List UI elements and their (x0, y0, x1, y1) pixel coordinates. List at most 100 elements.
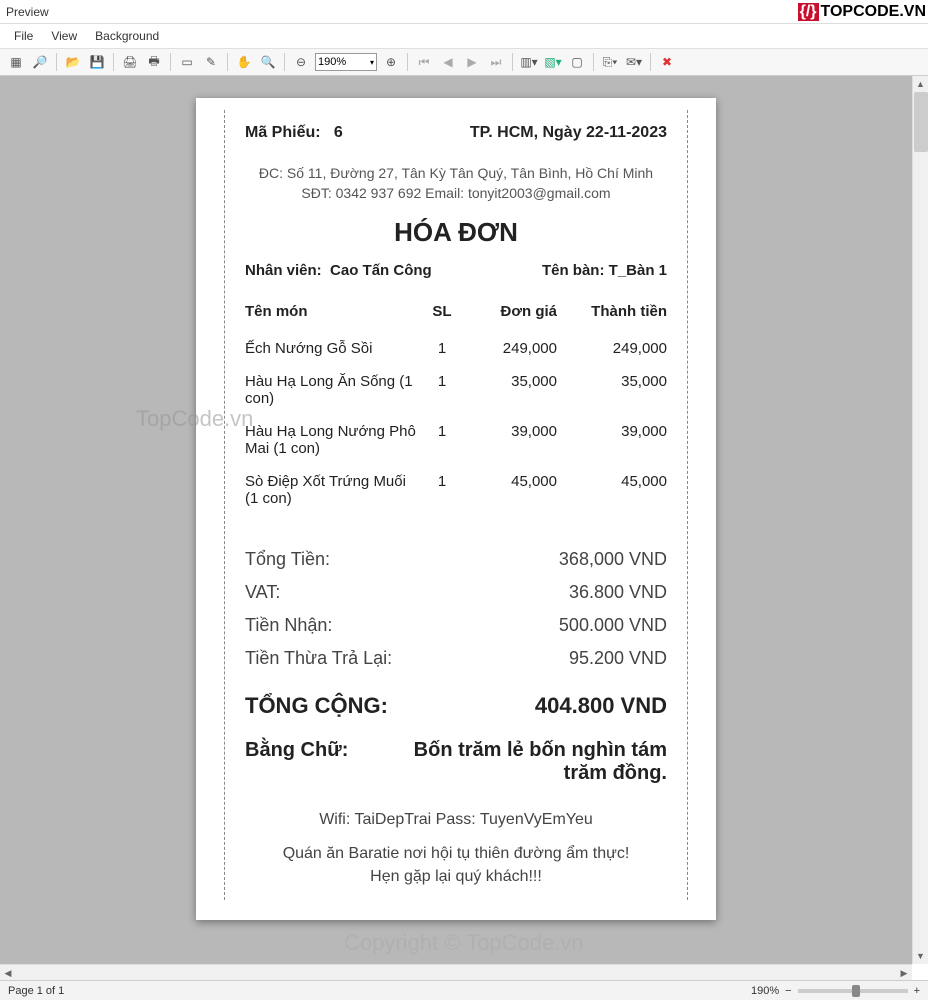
table-row: Hàu Hạ Long Nướng Phô Mai (1 con)139,000… (245, 415, 667, 465)
hand-icon[interactable]: ✋ (234, 52, 254, 72)
table-label: Tên bàn: (542, 262, 605, 279)
receipt-title: HÓA ĐƠN (245, 217, 667, 248)
color-icon[interactable]: ▧▾ (543, 52, 563, 72)
window-title: Preview (6, 5, 49, 19)
layout-icon[interactable]: ▦ (6, 52, 26, 72)
items-table: Tên món SL Đơn giá Thành tiền Ếch Nướng … (245, 303, 667, 515)
total-row: Tiền Thừa Trả Lại: 95.200 VND (245, 642, 667, 675)
grand-label: TỔNG CỘNG: (245, 693, 388, 719)
cell-qty: 1 (417, 465, 467, 515)
zoomout-icon[interactable]: ⊖ (291, 52, 311, 72)
page-paper: Mã Phiếu: 6 TP. HCM, Ngày 22-11-2023 ĐC:… (196, 98, 716, 920)
total-row: Tổng Tiền:368,000 VND (245, 543, 667, 576)
zoom-value: 190% (318, 56, 346, 68)
cell-price: 39,000 (467, 415, 557, 465)
slip-label: Mã Phiếu: (245, 124, 321, 141)
total-value: 36.800 VND (569, 582, 667, 603)
address-line: ĐC: Số 11, Đường 27, Tân Kỳ Tân Quý, Tân… (245, 164, 667, 184)
table-name: T_Bàn 1 (609, 262, 667, 279)
cell-name: Ếch Nướng Gỗ Sồi (245, 332, 417, 365)
status-zoom: 190% (751, 985, 779, 997)
horizontal-scrollbar[interactable]: ◀ ▶ (0, 964, 912, 980)
total-label: Tiền Nhận: (245, 615, 332, 636)
vertical-scrollbar[interactable]: ▲ ▼ (912, 76, 928, 964)
scroll-right-icon[interactable]: ▶ (896, 965, 912, 981)
zoom-select[interactable]: 190% ▾ (315, 53, 377, 71)
cell-amount: 249,000 (557, 332, 667, 365)
magnify-icon[interactable]: 🔍 (258, 52, 278, 72)
prev-icon[interactable]: ◀ (438, 52, 458, 72)
grand-value: 404.800 VND (535, 693, 667, 719)
wifi-line: Wifi: TaiDepTrai Pass: TuyenVyEmYeu (245, 811, 667, 829)
cell-name: Sò Điệp Xốt Trứng Muối (1 con) (245, 465, 417, 515)
print-icon[interactable]: 🖨 (120, 52, 140, 72)
receipt: Mã Phiếu: 6 TP. HCM, Ngày 22-11-2023 ĐC:… (224, 110, 688, 900)
bye-2: Hẹn gặp lại quý khách!!! (245, 866, 667, 888)
logo-text: TOPCODE.VN (821, 3, 927, 21)
watermark-icon[interactable]: ▢ (567, 52, 587, 72)
multipage-icon[interactable]: ▥▾ (519, 52, 539, 72)
scroll-thumb[interactable] (914, 92, 928, 152)
cell-amount: 39,000 (557, 415, 667, 465)
bye-1: Quán ăn Baratie nơi hội tụ thiên đường ẩ… (245, 843, 667, 865)
scroll-down-icon[interactable]: ▼ (913, 948, 928, 964)
export-icon[interactable]: ⎘▾ (600, 52, 620, 72)
total-value: 95.200 VND (569, 648, 667, 669)
total-label: Tiền Thừa Trả Lại: (245, 648, 392, 669)
cell-qty: 1 (417, 415, 467, 465)
menu-view[interactable]: View (51, 29, 77, 43)
zoom-slider[interactable]: 190% − + (751, 985, 920, 997)
slider-knob[interactable] (852, 985, 860, 997)
find-icon[interactable]: 🔎 (30, 52, 50, 72)
menu-file[interactable]: File (14, 29, 33, 43)
edit-icon[interactable]: ✎ (201, 52, 221, 72)
zoom-minus-icon[interactable]: − (785, 985, 791, 997)
contact-line: SĐT: 0342 937 692 Email: tonyit2003@gmai… (245, 184, 667, 204)
cell-qty: 1 (417, 365, 467, 415)
zoom-plus-icon[interactable]: + (914, 985, 920, 997)
cell-name: Hàu Hạ Long Ăn Sống (1 con) (245, 365, 417, 415)
brand-logo: {/} TOPCODE.VN (798, 0, 926, 24)
cell-price: 249,000 (467, 332, 557, 365)
total-value: 500.000 VND (559, 615, 667, 636)
first-icon[interactable]: ⏮ (414, 52, 434, 72)
next-icon[interactable]: ▶ (462, 52, 482, 72)
page-indicator: Page 1 of 1 (8, 985, 64, 997)
total-row: Tiền Nhận: 500.000 VND (245, 609, 667, 642)
menubar: File View Background (0, 24, 928, 48)
zoomin-icon[interactable]: ⊕ (381, 52, 401, 72)
chevron-down-icon: ▾ (370, 58, 374, 67)
cell-amount: 35,000 (557, 365, 667, 415)
staff-label: Nhân viên: (245, 262, 322, 279)
cell-qty: 1 (417, 332, 467, 365)
slider-track[interactable] (798, 989, 908, 993)
mail-icon[interactable]: ✉▾ (624, 52, 644, 72)
table-row: Hàu Hạ Long Ăn Sống (1 con)135,00035,000 (245, 365, 667, 415)
cell-price: 45,000 (467, 465, 557, 515)
city-date: TP. HCM, Ngày 22-11-2023 (470, 124, 667, 142)
toolbar: ▦ 🔎 📂 💾 🖨 🖶 ▭ ✎ ✋ 🔍 ⊖ 190% ▾ ⊕ ⏮ ◀ ▶ ⏭ ▥… (0, 48, 928, 76)
preview-viewport[interactable]: Mã Phiếu: 6 TP. HCM, Ngày 22-11-2023 ĐC:… (0, 76, 912, 964)
last-icon[interactable]: ⏭ (486, 52, 506, 72)
total-row: VAT:36.800 VND (245, 576, 667, 609)
save-icon[interactable]: 💾 (87, 52, 107, 72)
scroll-left-icon[interactable]: ◀ (0, 965, 16, 981)
totals: Tổng Tiền:368,000 VNDVAT:36.800 VNDTiền … (245, 543, 667, 675)
col-qty: SL (417, 303, 467, 332)
words-value: Bốn trăm lẻ bốn nghìn tám trăm đồng. (405, 739, 667, 785)
close-icon[interactable]: ✖ (657, 52, 677, 72)
menu-background[interactable]: Background (95, 29, 159, 43)
pagesetup-icon[interactable]: ▭ (177, 52, 197, 72)
staff-name: Cao Tấn Công (330, 262, 432, 279)
open-icon[interactable]: 📂 (63, 52, 83, 72)
scroll-up-icon[interactable]: ▲ (913, 76, 928, 92)
cell-price: 35,000 (467, 365, 557, 415)
table-row: Ếch Nướng Gỗ Sồi1249,000249,000 (245, 332, 667, 365)
quickprint-icon[interactable]: 🖶 (144, 52, 164, 72)
table-row: Sò Điệp Xốt Trứng Muối (1 con)145,00045,… (245, 465, 667, 515)
total-label: Tổng Tiền: (245, 549, 330, 570)
cell-name: Hàu Hạ Long Nướng Phô Mai (1 con) (245, 415, 417, 465)
statusbar: Page 1 of 1 190% − + (0, 980, 928, 1000)
cell-amount: 45,000 (557, 465, 667, 515)
slip-no: 6 (334, 124, 343, 141)
